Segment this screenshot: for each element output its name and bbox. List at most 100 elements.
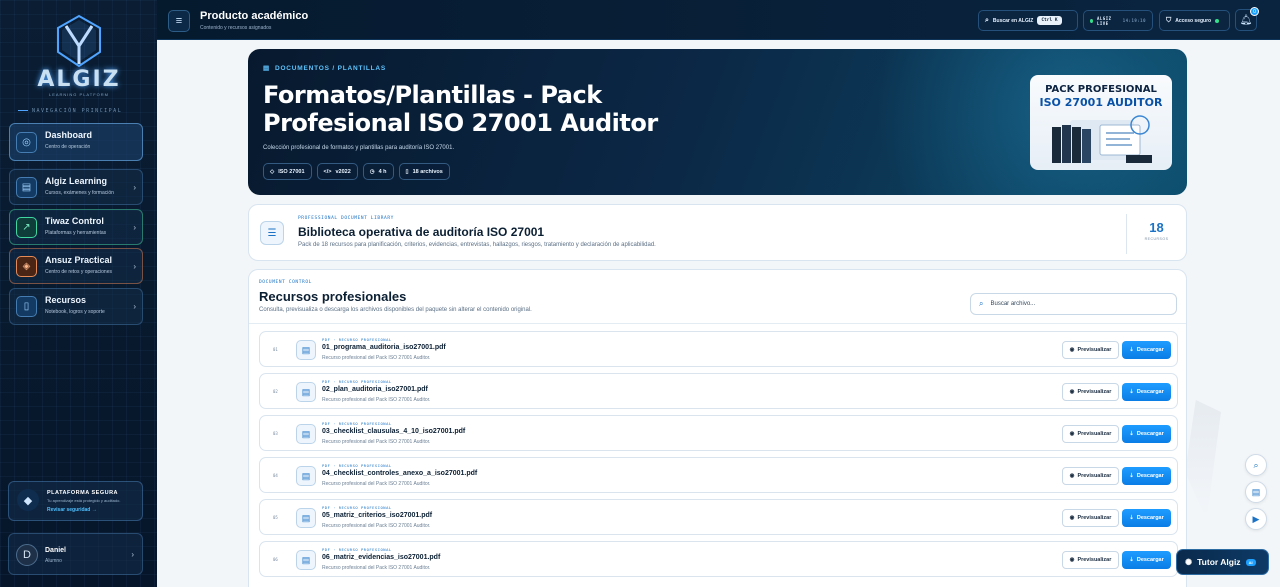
- table-row[interactable]: 03 ▤ PDF · RECURSO PROFESIONAL 03_checkl…: [259, 415, 1178, 451]
- chevron-right-icon: ›: [131, 550, 134, 559]
- file-icon: ▯: [405, 168, 409, 175]
- download-icon: ⇣: [1129, 347, 1134, 353]
- hamburger-icon: ≡: [175, 15, 183, 27]
- secure-access-button[interactable]: ⛉ Acceso seguro: [1159, 10, 1230, 31]
- pdf-file-icon: ▤: [296, 424, 316, 444]
- secure-subtitle: Tu aprendizaje está protegido y auditado…: [47, 498, 121, 503]
- binders-illustration-icon: [1052, 115, 1152, 163]
- download-button[interactable]: ⇣ Descargar: [1122, 509, 1171, 527]
- download-label: Descargar: [1136, 347, 1164, 353]
- preview-label: Previsualizar: [1077, 473, 1112, 479]
- chat-bot-icon: ✺: [1185, 556, 1193, 567]
- notification-badge: 0: [1250, 7, 1259, 16]
- file-description: Recurso profesional del Pack ISO 27001 A…: [322, 523, 431, 529]
- play-icon: ▶: [1252, 513, 1260, 524]
- floating-play-button[interactable]: ▶: [1245, 508, 1267, 530]
- product-chips: ◇ ISO 27001 </> v2022 ◷ 4 h ▯ 18 archivos: [263, 163, 450, 180]
- eye-icon: ◉: [1069, 347, 1075, 353]
- global-search-label: Buscar en ALGIZ: [992, 17, 1034, 24]
- floating-document-button[interactable]: ▤: [1245, 481, 1267, 503]
- floating-search-button[interactable]: ⌕: [1245, 454, 1267, 476]
- row-kicker: PDF · RECURSO PROFESIONAL: [322, 547, 392, 552]
- preview-label: Previsualizar: [1077, 347, 1112, 353]
- notifications-button[interactable]: 🔔︎ 0: [1235, 7, 1259, 31]
- library-card: ☰ PROFESSIONAL DOCUMENT LIBRARY Bibliote…: [248, 204, 1187, 261]
- search-icon: ⌕: [1253, 459, 1259, 470]
- shortcut-kbd: Ctrl K: [1037, 16, 1062, 25]
- tutor-tag: AI: [1245, 558, 1256, 566]
- user-profile-card[interactable]: D Daniel Alumno ›: [8, 533, 143, 575]
- logo-text: ALGIZ: [37, 67, 121, 92]
- preview-button[interactable]: ◉ Previsualizar: [1062, 383, 1119, 401]
- pdf-file-icon: ▤: [296, 340, 316, 360]
- sidebar-item-ansuz-practical[interactable]: ◈ Ansuz Practical Centro de retos y oper…: [9, 248, 143, 284]
- resources-subtitle: Consulta, previsualiza o descarga los ar…: [259, 307, 532, 313]
- file-name: 03_checklist_clausulas_4_10_iso27001.pdf: [322, 428, 466, 435]
- sidebar-item-dashboard[interactable]: ◎ Dashboard Centro de operación: [9, 123, 143, 161]
- pdf-file-icon: ▤: [296, 466, 316, 486]
- tutor-label: Tutor Algiz: [1197, 557, 1241, 567]
- table-row[interactable]: 01 ▤ PDF · RECURSO PROFESIONAL 01_progra…: [259, 331, 1178, 367]
- row-kicker: PDF · RECURSO PROFESIONAL: [322, 379, 392, 384]
- download-icon: ⇣: [1129, 431, 1134, 437]
- preview-button[interactable]: ◉ Previsualizar: [1062, 509, 1119, 527]
- chip-version: </> v2022: [316, 163, 358, 180]
- sidebar: ALGIZ LEARNING PLATFORM NAVEGACIÓN PRINC…: [0, 0, 157, 587]
- live-dot-icon: [1090, 18, 1093, 23]
- shield-icon: ⛉: [1166, 16, 1172, 24]
- preview-button[interactable]: ◉ Previsualizar: [1062, 551, 1119, 569]
- resources-kicker: DOCUMENT CONTROL: [259, 280, 312, 285]
- page-subtitle: Contenido y recursos asignados: [200, 25, 272, 31]
- file-description: Recurso profesional del Pack ISO 27001 A…: [322, 481, 431, 487]
- menu-button[interactable]: ≡: [168, 10, 190, 32]
- download-label: Descargar: [1136, 431, 1164, 437]
- table-row[interactable]: 04 ▤ PDF · RECURSO PROFESIONAL 04_checkl…: [259, 457, 1178, 493]
- file-name: 05_matriz_criterios_iso27001.pdf: [322, 512, 433, 519]
- secure-platform-card: ◆ PLATAFORMA SEGURA Tu aprendizaje está …: [8, 481, 143, 521]
- download-icon: ⇣: [1129, 389, 1134, 395]
- global-search-button[interactable]: ⌕ Buscar en ALGIZ Ctrl K: [978, 10, 1078, 31]
- resources-panel: DOCUMENT CONTROL Recursos profesionales …: [248, 269, 1187, 587]
- download-button[interactable]: ⇣ Descargar: [1122, 425, 1171, 443]
- arrow-icon: ↗: [16, 217, 37, 238]
- logo-emblem-icon: [57, 14, 101, 68]
- row-number: 01: [273, 347, 278, 352]
- message-icon: ☰: [260, 221, 284, 245]
- document-icon: ▤: [1251, 486, 1261, 497]
- table-row[interactable]: 06 ▤ PDF · RECURSO PROFESIONAL 06_matriz…: [259, 541, 1178, 577]
- sidebar-item-algiz-learning[interactable]: ▤ Algiz Learning Cursos, exámenes y form…: [9, 169, 143, 205]
- library-kicker: PROFESSIONAL DOCUMENT LIBRARY: [298, 216, 394, 221]
- preview-button[interactable]: ◉ Previsualizar: [1062, 341, 1119, 359]
- avatar: D: [16, 544, 38, 566]
- sidebar-item-recursos[interactable]: ▯ Recursos Notebook, logros y soporte ›: [9, 288, 143, 325]
- table-row[interactable]: 05 ▤ PDF · RECURSO PROFESIONAL 05_matriz…: [259, 499, 1178, 535]
- file-name: 01_programa_auditoria_iso27001.pdf: [322, 344, 446, 351]
- file-search-input[interactable]: ⌕ Buscar archivo...: [970, 293, 1177, 315]
- download-button[interactable]: ⇣ Descargar: [1122, 467, 1171, 485]
- download-button[interactable]: ⇣ Descargar: [1122, 551, 1171, 569]
- preview-label: Previsualizar: [1077, 557, 1112, 563]
- secure-access-label: Acceso seguro: [1175, 17, 1212, 24]
- chip-duration: ◷ 4 h: [362, 163, 394, 180]
- status-dot-icon: [1215, 18, 1220, 23]
- file-name: 06_matriz_evidencias_iso27001.pdf: [322, 554, 441, 561]
- review-security-link[interactable]: Revisar seguridad →: [47, 507, 97, 513]
- page-title: Producto académico: [200, 10, 309, 22]
- preview-button[interactable]: ◉ Previsualizar: [1062, 467, 1119, 485]
- sidebar-item-tiwaz-control[interactable]: ↗ Tiwaz Control Plataformas y herramient…: [9, 209, 143, 245]
- table-row[interactable]: 02 ▤ PDF · RECURSO PROFESIONAL 02_plan_a…: [259, 373, 1178, 409]
- row-kicker: PDF · RECURSO PROFESIONAL: [322, 421, 392, 426]
- sidebar-item-label: Tiwaz Control: [45, 216, 104, 226]
- download-button[interactable]: ⇣ Descargar: [1122, 341, 1171, 359]
- tutor-algiz-button[interactable]: ✺ Tutor Algiz AI: [1176, 549, 1269, 575]
- algiz-logo[interactable]: ALGIZ LEARNING PLATFORM: [20, 12, 138, 98]
- preview-label: Previsualizar: [1077, 389, 1112, 395]
- resource-count-value: 18: [1149, 220, 1164, 235]
- download-button[interactable]: ⇣ Descargar: [1122, 383, 1171, 401]
- preview-button[interactable]: ◉ Previsualizar: [1062, 425, 1119, 443]
- product-hero: ▤ DOCUMENTOS / PLANTILLAS Formatos/Planti…: [248, 49, 1187, 195]
- download-label: Descargar: [1136, 389, 1164, 395]
- pdf-file-icon: ▤: [296, 508, 316, 528]
- document-icon: ▤: [263, 65, 270, 72]
- product-cover-image: PACK PROFESIONAL ISO 27001 AUDITOR: [1030, 75, 1172, 170]
